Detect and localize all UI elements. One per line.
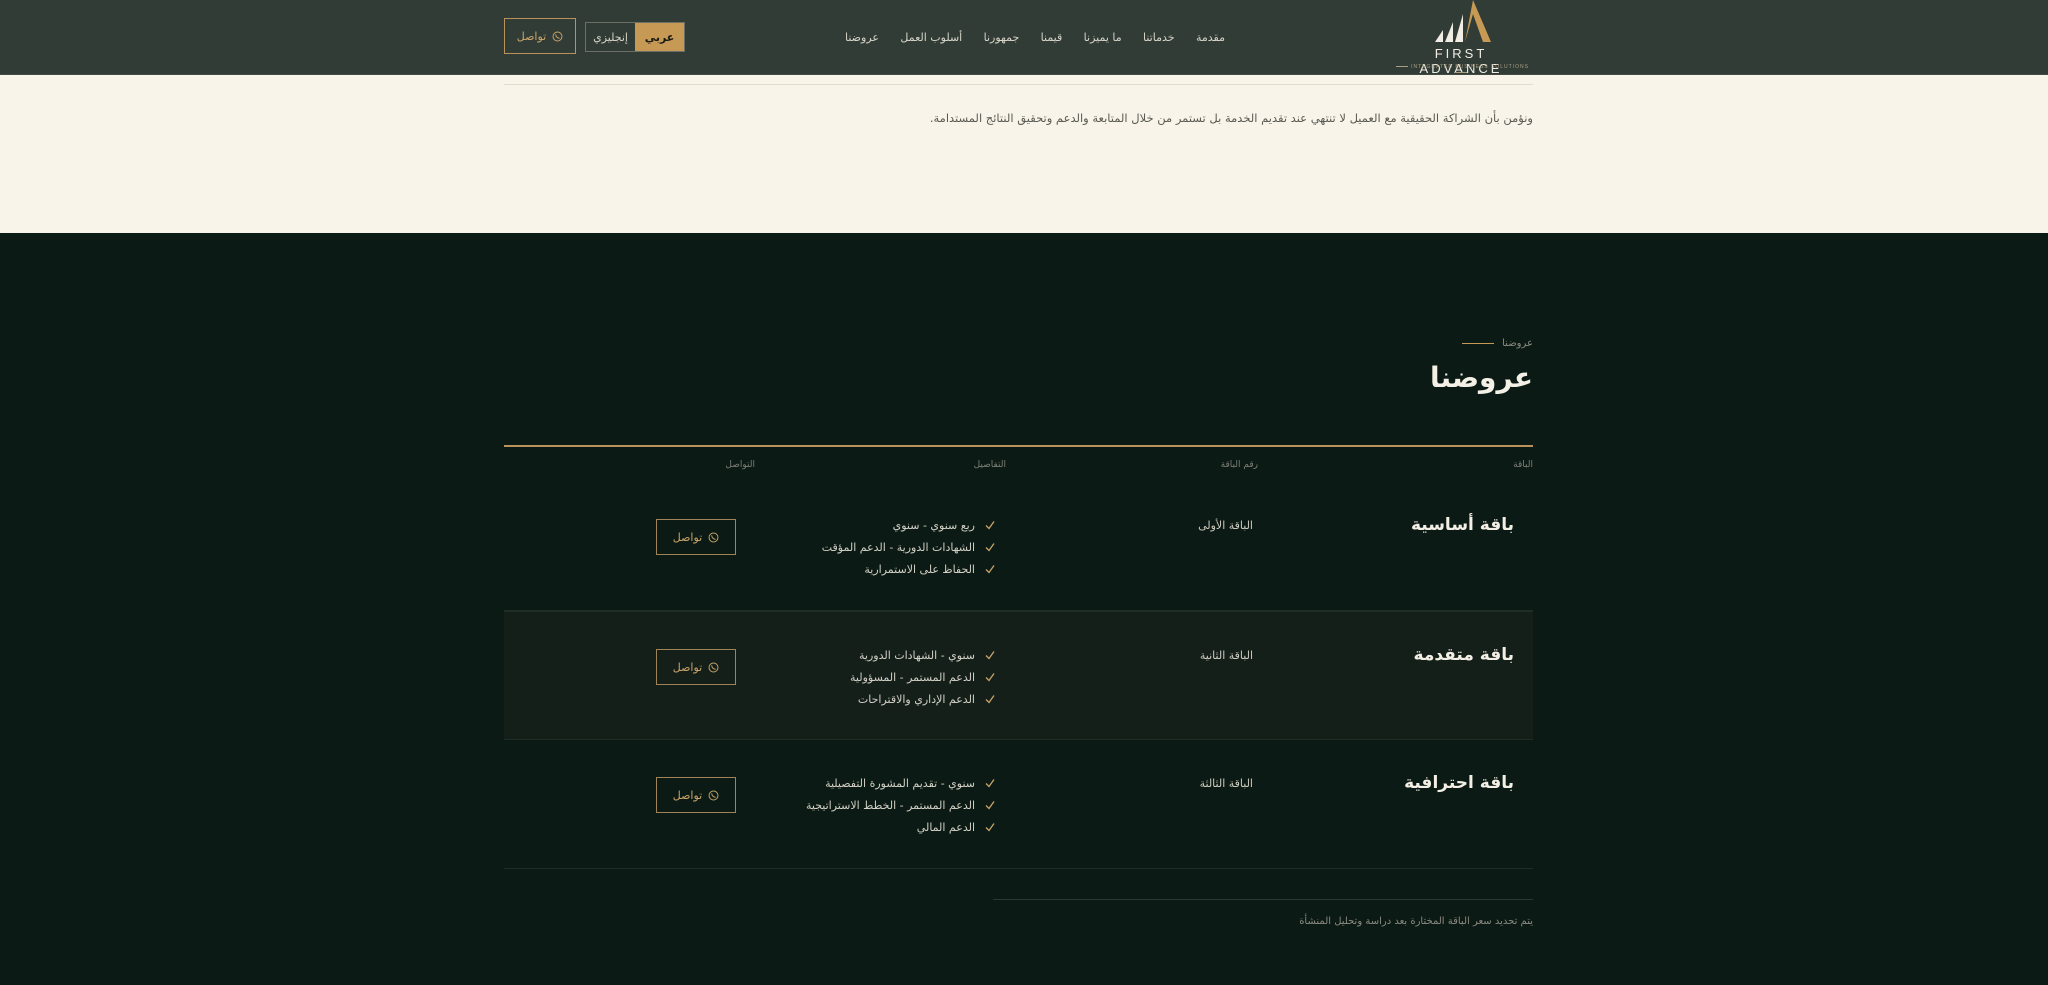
nav-item-offers[interactable]: عروضنا bbox=[845, 31, 879, 44]
col-header-package: الباقة bbox=[1513, 460, 1533, 470]
list-item: الحفاظ على الاستمرارية bbox=[822, 558, 995, 580]
check-icon bbox=[985, 695, 995, 704]
feature-text: سنوي - الشهادات الدورية bbox=[858, 648, 975, 662]
table-row: باقة احترافية الباقة الثالثة سنوي - تقدي… bbox=[504, 740, 1533, 869]
feature-text: الحفاظ على الاستمرارية bbox=[864, 562, 975, 576]
list-item: الدعم المالي bbox=[806, 816, 995, 838]
feature-text: الدعم المستمر - المسؤولية bbox=[850, 670, 975, 684]
check-icon bbox=[985, 565, 995, 574]
logo-mark-icon bbox=[1435, 0, 1491, 42]
list-item: ربع سنوي - سنوي bbox=[822, 514, 995, 536]
offers-table-rule bbox=[504, 445, 1533, 447]
offers-eyebrow-line bbox=[1462, 343, 1495, 344]
check-icon bbox=[985, 673, 995, 682]
check-icon bbox=[985, 651, 995, 660]
list-item: سنوي - تقديم المشورة التفصيلية bbox=[806, 772, 995, 794]
package-contact-button[interactable]: تواصل bbox=[656, 519, 736, 555]
pricing-note: يتم تحديد سعر الباقة المختارة بعد دراسة … bbox=[1299, 916, 1533, 927]
check-icon bbox=[985, 779, 995, 788]
nav-item-features[interactable]: ما يميزنا bbox=[1084, 31, 1122, 44]
list-item: الشهادات الدورية - الدعم المؤقت bbox=[822, 536, 995, 558]
whatsapp-icon bbox=[708, 790, 719, 800]
package-number: الباقة الأولى bbox=[1198, 519, 1253, 532]
package-contact-button[interactable]: تواصل bbox=[656, 777, 736, 813]
list-item: الدعم المستمر - الخطط الاستراتيجية bbox=[806, 794, 995, 816]
col-header-details: التفاصيل bbox=[973, 460, 1006, 470]
list-item: سنوي - الشهادات الدورية bbox=[850, 644, 995, 666]
feature-text: ربع سنوي - سنوي bbox=[892, 518, 975, 532]
main-nav: مقدمة خدماتنا ما يميزنا قيمنا جمهورنا أس… bbox=[845, 0, 1225, 75]
feature-text: الدعم الإداري والاقتراحات bbox=[857, 692, 975, 706]
feature-text: الشهادات الدورية - الدعم المؤقت bbox=[821, 540, 975, 554]
package-features: سنوي - تقديم المشورة التفصيلية الدعم الم… bbox=[806, 772, 995, 838]
package-contact-button[interactable]: تواصل bbox=[656, 649, 736, 685]
offers-eyebrow-text: عروضنا bbox=[1502, 338, 1533, 349]
col-header-contact: التواصل bbox=[725, 460, 755, 470]
offers-section: عروضنا عروضنا الباقة رقم الباقة التفاصيل… bbox=[0, 233, 2048, 985]
check-icon bbox=[985, 823, 995, 832]
feature-text: الدعم المالي bbox=[916, 820, 975, 834]
col-header-number: رقم الباقة bbox=[1220, 460, 1258, 470]
whatsapp-icon bbox=[708, 532, 719, 542]
language-switch: عربي إنجليزي bbox=[585, 22, 685, 52]
check-icon bbox=[985, 521, 995, 530]
package-features: سنوي - الشهادات الدورية الدعم المستمر - … bbox=[850, 644, 995, 710]
whatsapp-icon bbox=[552, 31, 563, 41]
note-divider bbox=[993, 899, 1533, 900]
table-row: باقة أساسية الباقة الأولى ربع سنوي - سنو… bbox=[504, 482, 1533, 611]
list-item: الدعم المستمر - المسؤولية bbox=[850, 666, 995, 688]
offers-eyebrow: عروضنا bbox=[1462, 338, 1533, 349]
offers-title: عروضنا bbox=[1430, 361, 1533, 394]
nav-item-services[interactable]: خدماتنا bbox=[1143, 31, 1175, 44]
feature-text: سنوي - تقديم المشورة التفصيلية bbox=[825, 776, 975, 790]
package-number: الباقة الثالثة bbox=[1199, 777, 1253, 790]
nav-item-approach[interactable]: أسلوب العمل bbox=[900, 31, 962, 44]
contact-label: تواصل bbox=[672, 788, 703, 802]
nav-item-values[interactable]: قيمنا bbox=[1041, 31, 1063, 44]
check-icon bbox=[985, 801, 995, 810]
package-name: باقة أساسية bbox=[1410, 515, 1514, 535]
table-row: باقة متقدمة الباقة الثانية سنوي - الشهاد… bbox=[504, 611, 1533, 740]
list-item: الدعم الإداري والاقتراحات bbox=[850, 688, 995, 710]
intro-divider bbox=[504, 84, 1533, 85]
contact-label: تواصل bbox=[672, 530, 703, 544]
site-header: FIRST ADVANCE INTEGRATED BUSINESS SOLUTI… bbox=[0, 0, 2048, 76]
logo[interactable]: FIRST ADVANCE INTEGRATED BUSINESS SOLUTI… bbox=[1391, 0, 1531, 76]
nav-item-intro[interactable]: مقدمة bbox=[1196, 31, 1225, 44]
whatsapp-icon bbox=[708, 662, 719, 672]
lang-english-button[interactable]: إنجليزي bbox=[586, 23, 635, 51]
contact-label: تواصل bbox=[672, 660, 703, 674]
package-name: باقة احترافية bbox=[1404, 773, 1514, 793]
header-contact-button[interactable]: تواصل bbox=[504, 18, 576, 54]
header-contact-label: تواصل bbox=[516, 29, 547, 43]
nav-item-audience[interactable]: جمهورنا bbox=[984, 31, 1020, 44]
feature-text: الدعم المستمر - الخطط الاستراتيجية bbox=[805, 798, 975, 812]
package-features: ربع سنوي - سنوي الشهادات الدورية - الدعم… bbox=[822, 514, 995, 580]
check-icon bbox=[985, 543, 995, 552]
package-number: الباقة الثانية bbox=[1199, 649, 1253, 662]
lang-arabic-button[interactable]: عربي bbox=[635, 23, 684, 51]
intro-text: ونؤمن بأن الشراكة الحقيقية مع العميل لا … bbox=[929, 111, 1533, 125]
intro-section: ونؤمن بأن الشراكة الحقيقية مع العميل لا … bbox=[0, 75, 2048, 233]
offers-table: باقة أساسية الباقة الأولى ربع سنوي - سنو… bbox=[504, 482, 1533, 869]
package-name: باقة متقدمة bbox=[1413, 645, 1514, 665]
